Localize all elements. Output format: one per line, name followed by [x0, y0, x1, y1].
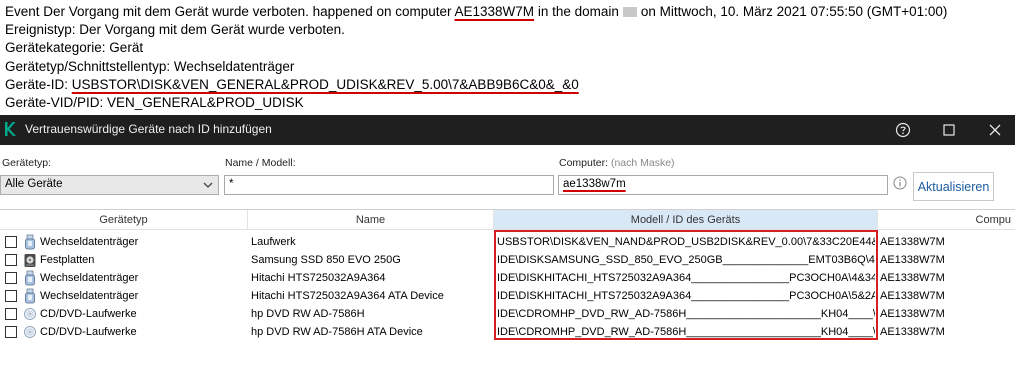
computer-input[interactable]: ae1338w7m: [558, 175, 888, 195]
computer-label-text: Computer:: [559, 157, 609, 169]
kaspersky-logo-icon: [5, 122, 16, 136]
usb-drive-icon: [24, 270, 36, 286]
hard-disk-icon: [24, 252, 36, 268]
event-line-summary: Event Der Vorgang mit dem Gerät wurde ve…: [5, 3, 1015, 21]
event-line-vid-pid: Geräte-VID/PID: VEN_GENERAL&PROD_UDISK: [5, 95, 304, 111]
close-button[interactable]: [972, 115, 1015, 145]
cell-computer: AE1338W7M: [880, 308, 945, 320]
event-summary-text: Event Der Vorgang mit dem Gerät wurde ve…: [5, 4, 455, 19]
name-model-input[interactable]: *: [224, 175, 554, 195]
cell-device-type: CD/DVD-Laufwerke: [40, 326, 137, 338]
cell-name: hp DVD RW AD-7586H ATA Device: [251, 326, 423, 338]
cell-device-type: Wechseldatenträger: [40, 272, 139, 284]
cell-computer: AE1338W7M: [880, 236, 945, 248]
usb-drive-icon: [24, 288, 36, 304]
cell-name: Samsung SSD 850 EVO 250G: [251, 254, 401, 266]
column-header-model-id[interactable]: Modell / ID des Geräts: [494, 210, 878, 230]
column-header-name[interactable]: Name: [248, 210, 494, 230]
event-timestamp: on Mittwoch, 10. März 2021 07:55:50 (GMT…: [640, 4, 948, 19]
filter-panel: Gerätetyp: Alle Geräte Name / Modell: * …: [0, 145, 1015, 207]
dialog-titlebar: Vertrauenswürdige Geräte nach ID hinzufü…: [0, 115, 1015, 145]
cell-computer: AE1338W7M: [880, 326, 945, 338]
event-line-device-id: Geräte-ID: USBSTOR\DISK&VEN_GENERAL&PROD…: [5, 76, 1015, 94]
cell-name: Hitachi HTS725032A9A364: [251, 272, 386, 284]
column-header-computer[interactable]: Compu: [878, 210, 1015, 230]
event-domain-label: in the domain: [534, 4, 619, 19]
row-checkbox[interactable]: [5, 272, 17, 284]
computer-mask-hint: (nach Maske): [610, 157, 675, 169]
maximize-icon: [943, 124, 955, 136]
device-type-select[interactable]: Alle Geräte: [0, 175, 219, 195]
row-checkbox[interactable]: [5, 326, 17, 338]
table-header: Gerätetyp Name Modell / ID des Geräts Co…: [0, 210, 1015, 230]
help-button[interactable]: [880, 115, 926, 145]
dialog-title: Vertrauenswürdige Geräte nach ID hinzufü…: [25, 122, 272, 136]
cd-dvd-icon: [24, 324, 36, 340]
device-type-value: Alle Geräte: [5, 178, 63, 190]
event-line-interface: Gerätetyp/Schnittstellentyp: Wechseldate…: [5, 58, 295, 74]
refresh-button[interactable]: Aktualisieren: [913, 172, 994, 201]
help-icon: [895, 122, 911, 138]
usb-drive-icon: [24, 234, 36, 250]
computer-label: Computer: (nach Maske): [559, 157, 675, 169]
column-header-device-type[interactable]: Gerätetyp: [0, 210, 248, 230]
info-icon[interactable]: [893, 176, 907, 190]
cell-computer: AE1338W7M: [880, 254, 945, 266]
event-line-category: Gerätekategorie: Gerät: [5, 40, 144, 56]
close-icon: [989, 124, 1001, 136]
cell-device-type: CD/DVD-Laufwerke: [40, 308, 137, 320]
model-id-highlight: [494, 230, 878, 340]
cell-name: Hitachi HTS725032A9A364 ATA Device: [251, 290, 444, 302]
cell-computer: AE1338W7M: [880, 290, 945, 302]
event-computer-name: AE1338W7M: [454, 4, 535, 19]
name-model-label: Name / Modell:: [225, 157, 296, 169]
row-checkbox[interactable]: [5, 236, 17, 248]
row-checkbox[interactable]: [5, 290, 17, 302]
redacted-domain: [622, 7, 637, 18]
device-id-label: Geräte-ID:: [5, 76, 72, 92]
device-type-label: Gerätetyp:: [2, 157, 52, 169]
cell-device-type: Wechseldatenträger: [40, 236, 139, 248]
computer-input-value: ae1338w7m: [563, 178, 626, 190]
cd-dvd-icon: [24, 306, 36, 322]
cell-device-type: Wechseldatenträger: [40, 290, 139, 302]
cell-name: hp DVD RW AD-7586H: [251, 308, 365, 320]
cell-name: Laufwerk: [251, 236, 296, 248]
event-line-type: Ereignistyp: Der Vorgang mit dem Gerät w…: [5, 22, 345, 38]
row-checkbox[interactable]: [5, 308, 17, 320]
chevron-down-icon: [203, 182, 213, 188]
cell-computer: AE1338W7M: [880, 272, 945, 284]
device-id-value: USBSTOR\DISK&VEN_GENERAL&PROD_UDISK&REV_…: [71, 76, 579, 92]
event-details: Event Der Vorgang mit dem Gerät wurde ve…: [0, 0, 1015, 115]
cell-device-type: Festplatten: [40, 254, 95, 266]
maximize-button[interactable]: [926, 115, 972, 145]
row-checkbox[interactable]: [5, 254, 17, 266]
